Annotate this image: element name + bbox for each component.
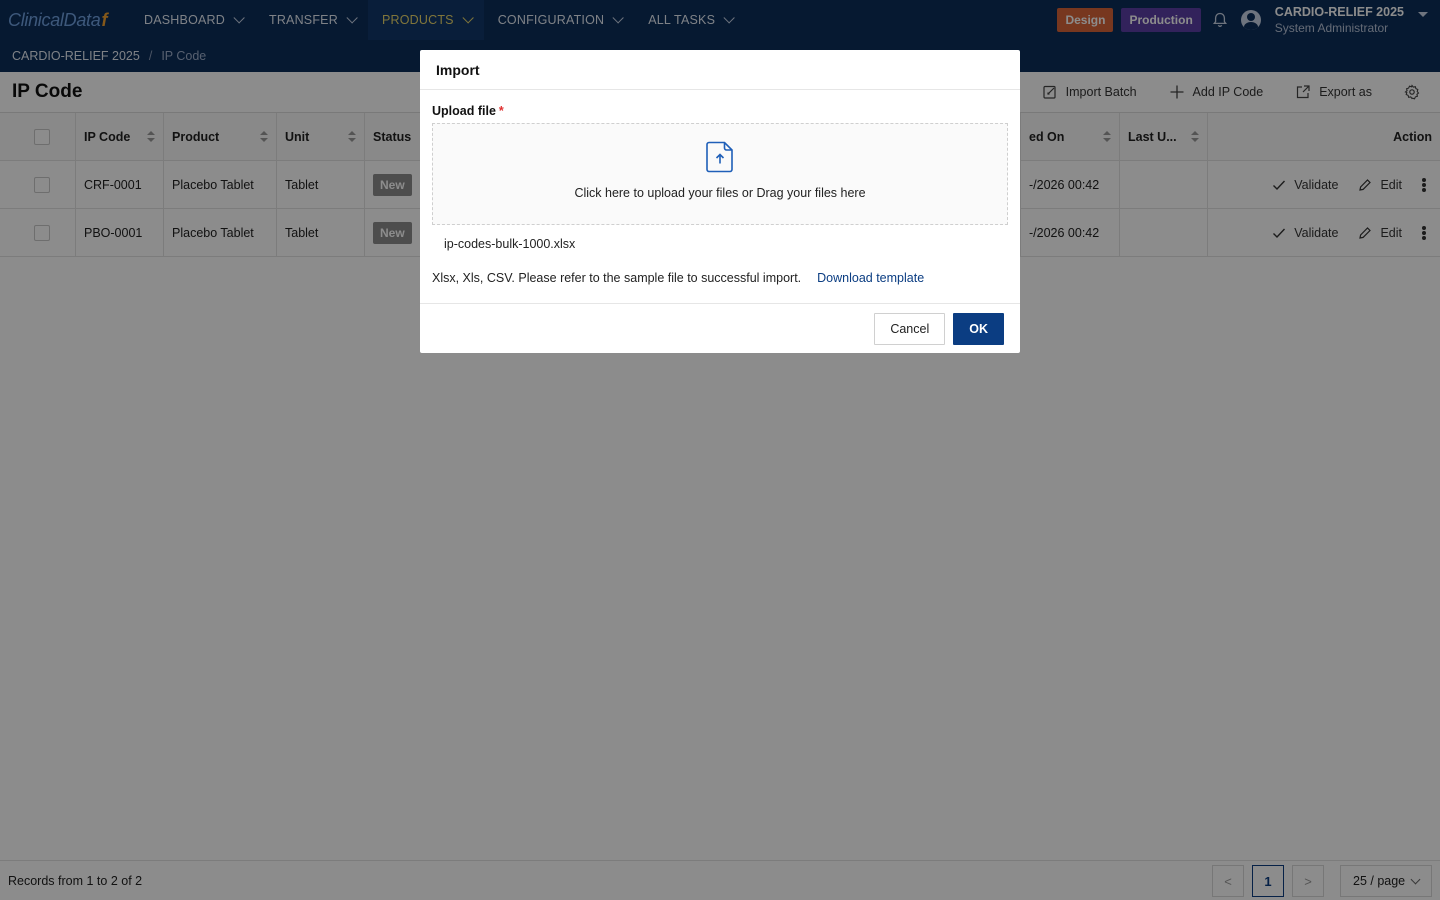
ok-button[interactable]: OK [953,312,1004,345]
file-dropzone[interactable]: Click here to upload your files or Drag … [432,123,1008,225]
dialog-body: Upload file * Click here to upload your f… [420,90,1020,285]
import-hint: Xlsx, Xls, CSV. Please refer to the samp… [432,271,1008,285]
upload-label-text: Upload file [432,104,496,118]
required-mark: * [498,104,504,118]
cancel-button[interactable]: Cancel [874,312,946,345]
dialog-title: Import [420,50,1020,90]
uploaded-file-name[interactable]: ip-codes-bulk-1000.xlsx [432,237,1008,251]
import-dialog: Import Upload file * Click here to upload… [420,50,1020,353]
upload-file-label: Upload file * [432,104,1008,118]
hint-text: Xlsx, Xls, CSV. Please refer to the samp… [432,271,802,285]
download-template-link[interactable]: Download template [817,271,924,285]
dropzone-text: Click here to upload your files or Drag … [574,186,866,200]
dialog-footer: Cancel OK [420,303,1020,353]
file-upload-icon [706,141,733,173]
